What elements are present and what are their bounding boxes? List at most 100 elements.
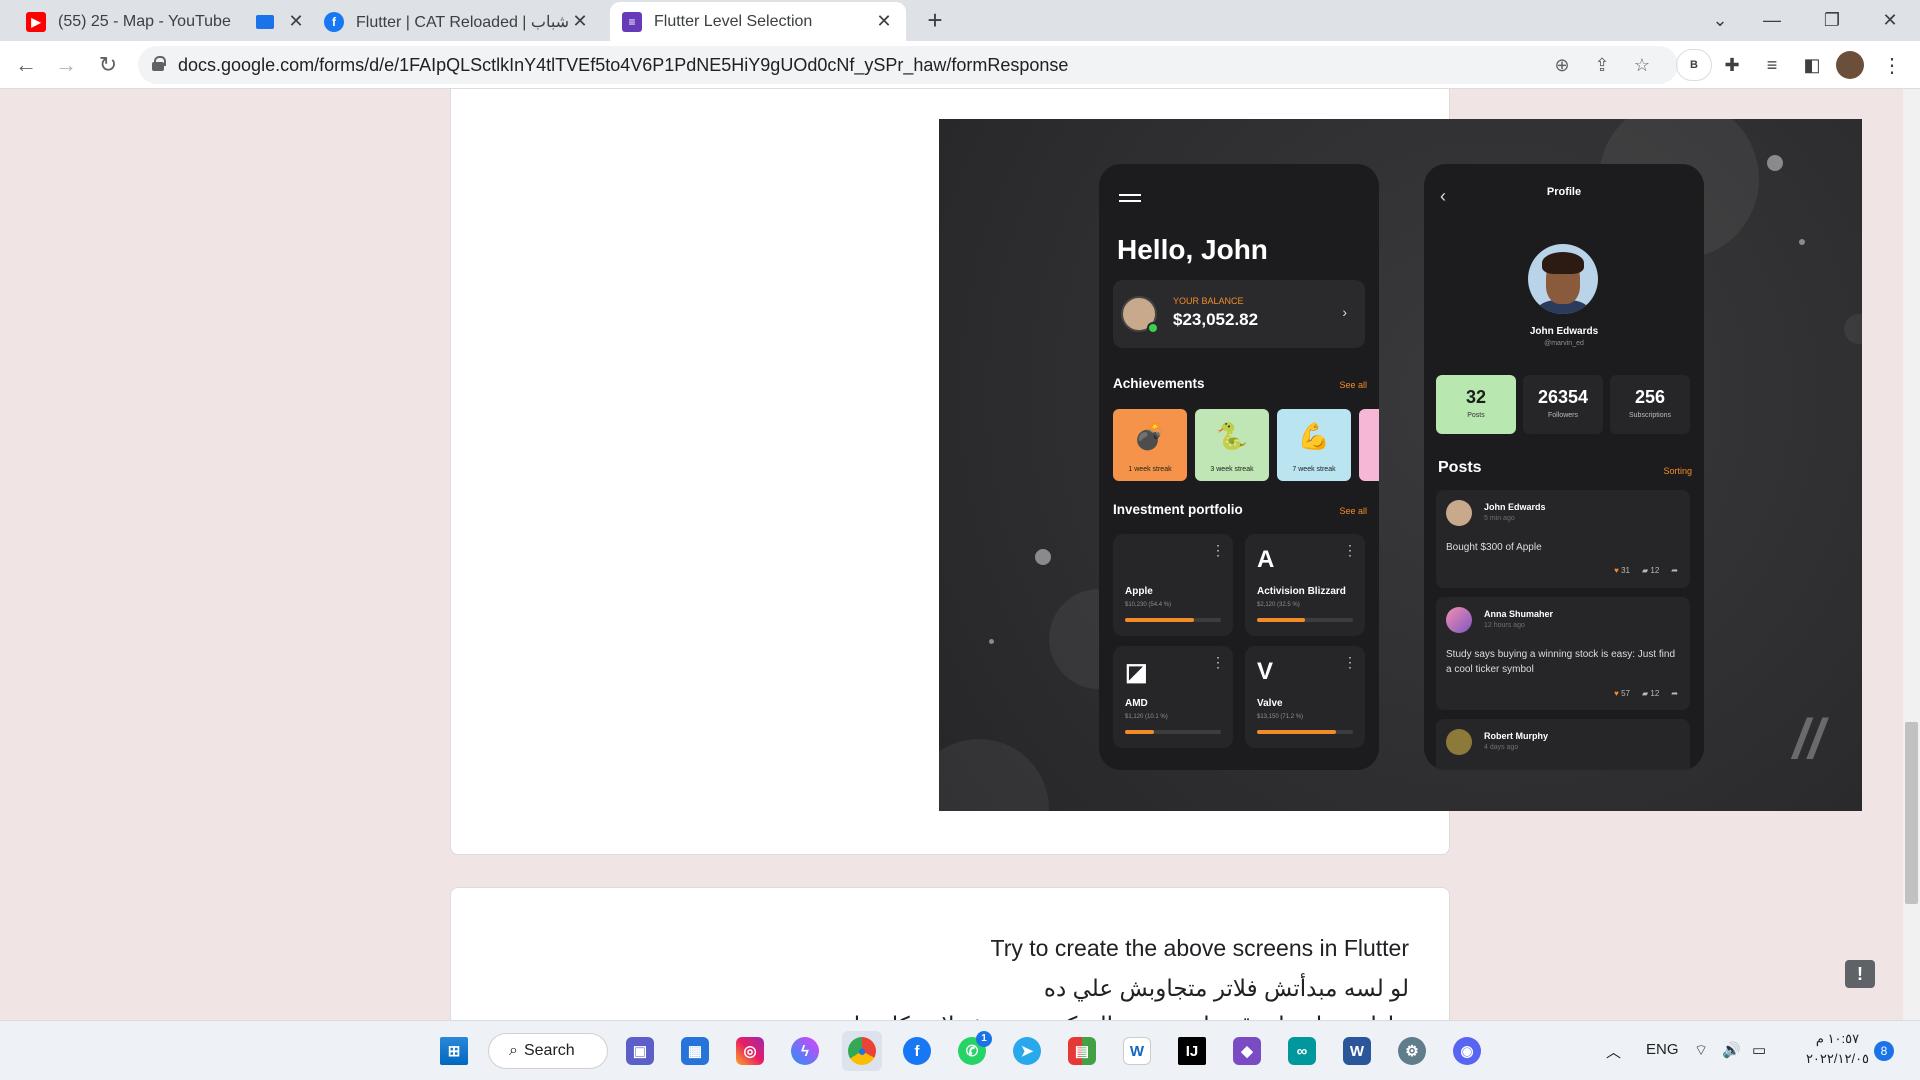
question-card: Try to create the above screens in Flutt… xyxy=(450,887,1450,1020)
address-bar[interactable]: docs.google.com/forms/d/e/1FAIpQLSctlkIn… xyxy=(138,46,1678,84)
muscle-icon: 💪 xyxy=(1297,421,1331,451)
post-actions: ♥ 57 ▰ 12 ➦ xyxy=(1614,689,1678,698)
writer-icon[interactable]: W xyxy=(1117,1031,1157,1071)
stat-subscriptions: 256 Subscriptions xyxy=(1610,375,1690,434)
bookmark-star-icon[interactable]: ☆ xyxy=(1630,53,1654,77)
intellij-icon[interactable]: IJ xyxy=(1172,1031,1212,1071)
profile-handle: @marvin_ed xyxy=(1544,340,1584,347)
arduino-icon[interactable]: ∞ xyxy=(1282,1031,1322,1071)
balance-label: YOUR BALANCE xyxy=(1173,296,1244,306)
close-icon[interactable]: ✕ xyxy=(570,11,590,32)
image-question-card: Hello, John YOUR BALANCE $23,052.82 › Ac… xyxy=(450,89,1862,855)
facebook-icon: f xyxy=(324,11,344,32)
meet-icon[interactable]: ▣ xyxy=(620,1031,660,1071)
back-icon[interactable]: ← xyxy=(10,49,42,81)
investment-name: Activision Blizzard xyxy=(1257,586,1346,597)
share-icon[interactable]: ⇪ xyxy=(1590,53,1614,77)
close-icon[interactable]: ✕ xyxy=(286,11,306,32)
post-author: John Edwards xyxy=(1484,502,1546,512)
instagram-icon[interactable]: ◎ xyxy=(730,1031,770,1071)
decor-dot xyxy=(1035,549,1051,565)
report-feedback-icon[interactable]: ! xyxy=(1845,960,1875,988)
progress-track xyxy=(1257,618,1353,622)
posts-title: Posts xyxy=(1438,459,1482,476)
language-indicator[interactable]: ENG xyxy=(1646,1041,1679,1058)
show-hidden-icons-chevron[interactable]: ︿ xyxy=(1606,1041,1621,1062)
media-control-icon[interactable]: ≡ xyxy=(1756,49,1788,81)
taskbar-search[interactable]: ⌕ Search xyxy=(488,1033,608,1069)
search-icon: ⌕ xyxy=(509,1042,518,1059)
minimize-button[interactable]: — xyxy=(1752,4,1792,36)
whatsapp-icon[interactable]: ✆ 1 xyxy=(952,1031,992,1071)
post-actions: ♥ 31 ▰ 12 ➦ xyxy=(1614,566,1678,575)
more-vert-icon: ⋮ xyxy=(1211,654,1225,670)
chrome-icon[interactable]: ● xyxy=(842,1031,882,1071)
windows-start-icon[interactable]: ⊞ xyxy=(434,1031,474,1071)
tab-search-icon[interactable]: ⌄ xyxy=(1700,4,1740,36)
store-icon[interactable]: ▦ xyxy=(675,1031,715,1071)
new-tab-button[interactable]: + xyxy=(915,4,955,36)
form-page: Hello, John YOUR BALANCE $23,052.82 › Ac… xyxy=(0,89,1920,1020)
taskbar-clock[interactable]: ١٠:٥٧ م ٢٠٢٢/١٢/٠٥ xyxy=(1795,1029,1880,1069)
close-icon[interactable]: ✕ xyxy=(874,11,894,32)
menu-kebab-icon[interactable]: ⋮ xyxy=(1876,49,1908,81)
facebook-icon[interactable]: f xyxy=(897,1031,937,1071)
investment-value: $13,150 (71.2 %) xyxy=(1257,714,1304,720)
word-icon[interactable]: W xyxy=(1337,1031,1377,1071)
achievement-card: 💣 1 week streak xyxy=(1113,409,1187,481)
more-vert-icon: ⋮ xyxy=(1211,542,1225,558)
like-count: 57 xyxy=(1621,689,1630,698)
tab-facebook[interactable]: f Flutter | CAT Reloaded | م يا شباب ✕ xyxy=(312,2,602,41)
browser-tab-bar: ▶ (55) 25 - Map - YouTube ✕ f Flutter | … xyxy=(0,0,1920,41)
amd-icon: ◪ xyxy=(1125,659,1148,686)
page-scrollbar-thumb[interactable] xyxy=(1905,722,1918,904)
side-panel-icon[interactable]: ◧ xyxy=(1796,49,1828,81)
extension-badge[interactable]: B xyxy=(1676,49,1712,81)
question-title: Try to create the above screens in Flutt… xyxy=(990,935,1409,961)
restore-button[interactable]: ❐ xyxy=(1812,4,1852,36)
close-window-button[interactable]: ✕ xyxy=(1870,4,1910,36)
tab-screen-share[interactable]: ✕ xyxy=(244,2,306,41)
achievement-card: 🐍 3 week streak xyxy=(1195,409,1269,481)
achievement-card: 💪 7 week streak xyxy=(1277,409,1351,481)
wifi-icon[interactable]: ⌔ xyxy=(1694,1041,1708,1060)
more-vert-icon: ⋮ xyxy=(1343,542,1357,558)
visual-studio-icon[interactable]: ◆ xyxy=(1227,1031,1267,1071)
investment-value: $2,120 (32.5 %) xyxy=(1257,602,1300,608)
volume-icon[interactable]: 🔊 xyxy=(1722,1041,1741,1059)
tab-flutter-level-selection[interactable]: ≡ Flutter Level Selection ✕ xyxy=(610,2,906,41)
greeting: Hello, John xyxy=(1117,234,1268,265)
tab-title: Flutter Level Selection xyxy=(654,12,813,30)
snake-icon: 🐍 xyxy=(1215,421,1249,451)
forward-icon[interactable]: → xyxy=(50,49,82,81)
settings-gear-icon[interactable]: ⚙ xyxy=(1392,1031,1432,1071)
decor-dot xyxy=(989,639,994,644)
clock-date: ٢٠٢٢/١٢/٠٥ xyxy=(1805,1051,1870,1066)
investment-card: V ⋮ Valve $13,150 (71.2 %) xyxy=(1245,646,1365,748)
paint-icon[interactable]: ▤ xyxy=(1062,1031,1102,1071)
zoom-icon[interactable]: ⊕ xyxy=(1550,53,1574,77)
post-text: Study says buying a winning stock is eas… xyxy=(1446,649,1676,675)
share-arrow-icon: ➦ xyxy=(1671,566,1678,575)
progress-bar xyxy=(1125,618,1195,622)
tab-youtube[interactable]: ▶ (55) 25 - Map - YouTube xyxy=(14,2,254,41)
discord-icon[interactable]: ◉ xyxy=(1447,1031,1487,1071)
telegram-icon[interactable]: ➤ xyxy=(1007,1031,1047,1071)
investment-name: Valve xyxy=(1257,698,1283,709)
battery-icon[interactable]: ▭ xyxy=(1752,1041,1766,1059)
portfolio-title: Investment portfolio xyxy=(1113,502,1243,517)
reload-icon[interactable]: ↻ xyxy=(92,49,124,81)
messenger-icon[interactable]: ϟ xyxy=(785,1031,825,1071)
sorting-link: Sorting xyxy=(1663,466,1692,476)
windows-taskbar: ⊞ ⌕ Search ▣ ▦ ◎ ϟ ● f ✆ 1 ➤ ▤ W IJ ◆ ∞ … xyxy=(0,1020,1920,1080)
extensions-puzzle-icon[interactable]: ✚ xyxy=(1716,49,1748,81)
heart-icon: ♥ xyxy=(1614,566,1619,575)
notification-count-badge[interactable]: 8 xyxy=(1874,1041,1894,1061)
stat-label: Subscriptions xyxy=(1628,412,1672,419)
profile-avatar[interactable] xyxy=(1836,51,1864,79)
investment-card: A ⋮ Activision Blizzard $2,120 (32.5 %) xyxy=(1245,534,1365,636)
tab-title: Flutter | CAT Reloaded | م يا شباب xyxy=(356,13,570,31)
balance-value: $23,052.82 xyxy=(1173,310,1259,329)
progress-bar xyxy=(1257,730,1336,734)
post-author: Robert Murphy xyxy=(1484,731,1548,741)
